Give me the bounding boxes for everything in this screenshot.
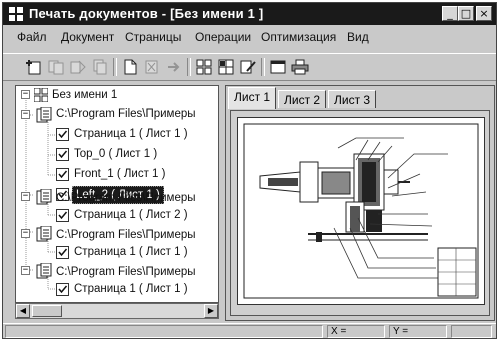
menu-optimization[interactable]: Оптимизация [261,30,336,44]
page-label: Страница 1 ( Лист 1 ) [74,283,188,295]
menu-view[interactable]: Вид [347,30,369,44]
close-icon: × [479,7,489,20]
menu-pages[interactable]: Страницы [125,30,181,44]
minimize-icon: _ [447,7,453,20]
delete-page-icon[interactable] [143,59,161,75]
checkbox-checked-icon[interactable] [56,148,69,161]
checkbox-checked-icon[interactable] [56,128,69,141]
file-path-label: C:\Program Files\Примеры [56,192,196,204]
document-icon [36,189,52,205]
tree-horizontal-scrollbar[interactable]: ◀ ▶ [15,303,219,319]
copy-document-icon[interactable] [47,59,65,75]
file-path-label: C:\Program Files\Примеры [56,108,196,120]
tab-sheet-3[interactable]: Лист 3 [328,90,377,108]
toolbar-separator [261,58,265,76]
window-icon[interactable] [269,59,287,75]
title-bar: Печать документов - [Без имени 1 ] _ □ × [3,3,496,25]
collapse-toggle[interactable]: − [21,229,30,238]
page-label: Страница 1 ( Лист 1 ) [74,246,188,258]
x-label: X = [331,326,347,337]
add-document-icon[interactable] [25,59,43,75]
tab-sheet-1[interactable]: Лист 1 [228,87,277,109]
page-preview-area[interactable] [230,110,490,316]
status-y-coordinate: Y = [389,325,447,338]
blank-page-icon[interactable] [121,59,139,75]
file-path-label: C:\Program Files\Примеры [56,229,196,241]
page-label: Front_1 ( Лист 1 ) [74,168,166,180]
document-tree[interactable]: − Без имени 1 − C:\Program Files\Примеры… [15,85,219,303]
scroll-thumb[interactable] [32,305,62,317]
pencil-icon[interactable] [239,59,257,75]
close-button[interactable]: × [476,6,492,21]
menu-bar: Файл Документ Страницы Операции Оптимиза… [3,27,496,47]
document-icon [36,263,52,279]
toolbar-separator [187,58,191,76]
maximize-button[interactable]: □ [458,6,474,21]
app-window: Печать документов - [Без имени 1 ] _ □ ×… [2,2,497,339]
arrow-right-icon: ▶ [207,306,215,315]
grid-layout-icon[interactable] [195,59,213,75]
preview-panel: Лист 1 Лист 2 Лист 3 [225,85,495,321]
page-label: Страница 1 ( Лист 1 ) [74,128,188,140]
checkbox-checked-icon[interactable] [56,209,69,222]
document-stack-icon[interactable] [91,59,109,75]
collapse-toggle[interactable]: − [21,266,30,275]
menu-file[interactable]: Файл [17,30,47,44]
checkbox-checked-icon[interactable] [56,283,69,296]
scroll-right-button[interactable]: ▶ [204,304,218,318]
status-bar: X = Y = [3,323,496,338]
toolbar-separator [113,58,117,76]
page-label: Страница 1 ( Лист 2 ) [74,209,188,221]
app-icon [9,7,23,21]
status-extra [451,325,492,338]
menu-operations[interactable]: Операции [195,30,251,44]
grid-alt-icon[interactable] [217,59,235,75]
status-x-coordinate: X = [327,325,385,338]
menu-document[interactable]: Документ [61,30,114,44]
document-pair-icon[interactable] [69,59,87,75]
tab-sheet-2[interactable]: Лист 2 [278,90,327,108]
file-path-label: C:\Program Files\Примеры [56,266,196,278]
maximize-icon: □ [460,7,472,20]
checkbox-checked-icon[interactable] [56,246,69,259]
printer-icon[interactable] [291,59,309,75]
document-icon [36,107,52,123]
arrow-left-icon: ◀ [19,306,27,315]
toolbar [3,53,496,81]
technical-drawing [243,123,479,299]
page-label: Top_0 ( Лист 1 ) [74,148,158,160]
collapse-toggle[interactable]: − [21,192,30,201]
checkbox-checked-icon[interactable] [56,168,69,181]
scroll-left-button[interactable]: ◀ [16,304,30,318]
document-icon [36,226,52,242]
status-message [5,325,323,338]
minimize-button[interactable]: _ [442,6,458,21]
drawing-sheet [237,117,485,305]
y-label: Y = [393,326,409,337]
collapse-toggle[interactable]: − [21,110,30,119]
export-icon[interactable] [165,59,183,75]
window-title: Печать документов - [Без имени 1 ] [29,6,264,21]
